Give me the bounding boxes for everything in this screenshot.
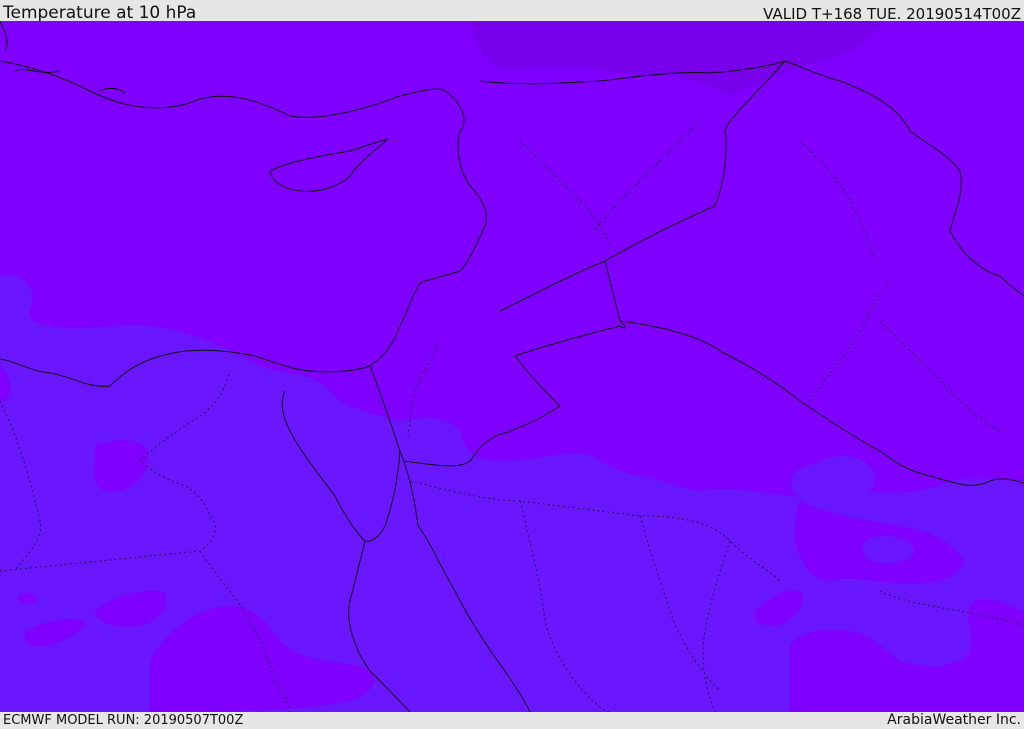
temperature-map[interactable] (0, 21, 1024, 712)
credit: ArabiaWeather Inc. (887, 712, 1021, 728)
map-canvas (0, 21, 1024, 712)
header-bar: Temperature at 10 hPa VALID T+168 TUE. 2… (0, 0, 1024, 23)
footer-bar: ECMWF MODEL RUN: 20190507T00Z ArabiaWeat… (0, 712, 1024, 729)
model-run: ECMWF MODEL RUN: 20190507T00Z (3, 713, 244, 728)
map-title: Temperature at 10 hPa (3, 3, 197, 23)
